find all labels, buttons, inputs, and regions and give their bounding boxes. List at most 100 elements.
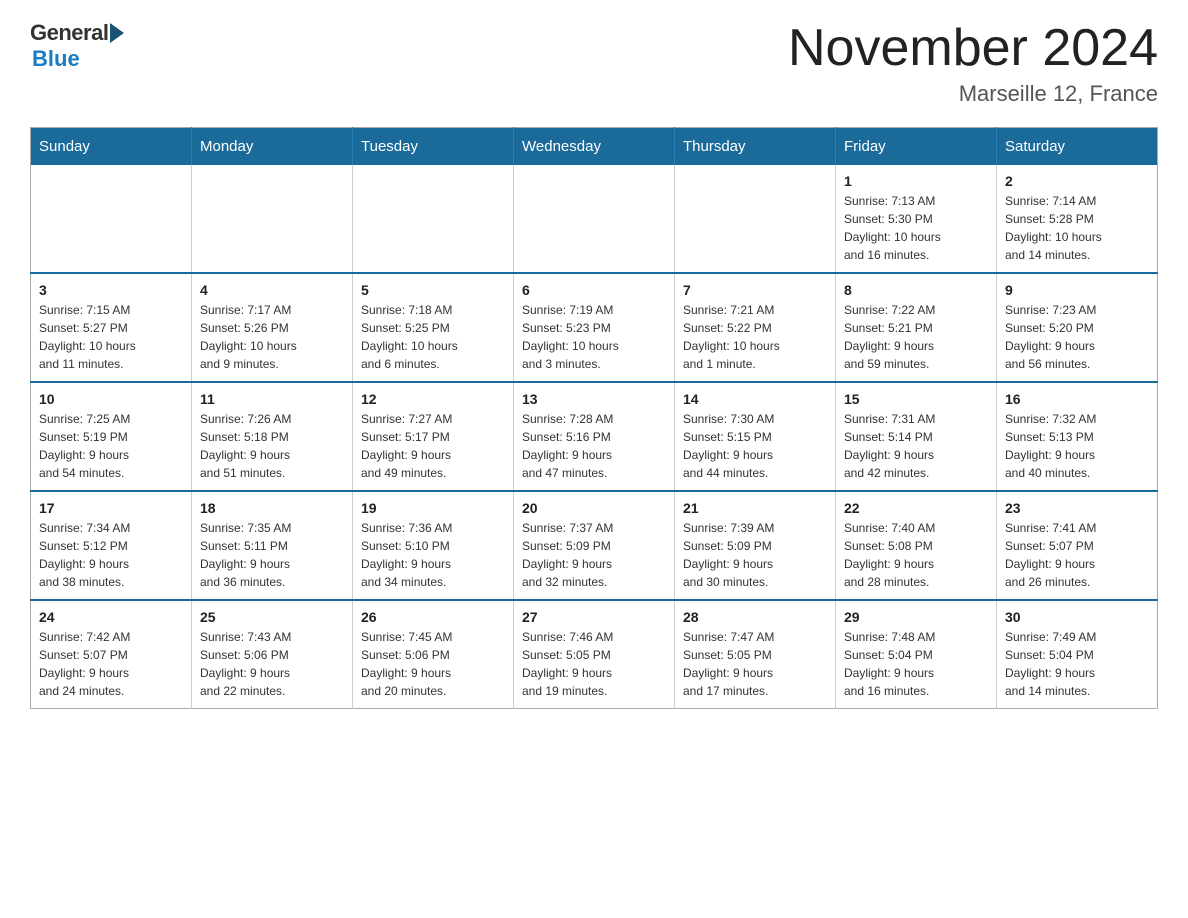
day-number: 10 (39, 391, 183, 407)
calendar-cell: 16 Sunrise: 7:32 AM Sunset: 5:13 PM Dayli… (997, 382, 1158, 491)
day-number: 12 (361, 391, 505, 407)
calendar-cell (31, 165, 192, 273)
day-number: 28 (683, 609, 827, 625)
calendar-cell: 24 Sunrise: 7:42 AM Sunset: 5:07 PM Dayli… (31, 600, 192, 709)
calendar-cell: 25Sunrise: 7:43 AM Sunset: 5:06 PM Dayli… (192, 600, 353, 709)
calendar-cell: 4 Sunrise: 7:17 AM Sunset: 5:26 PM Daylig… (192, 273, 353, 382)
calendar-cell: 22 Sunrise: 7:40 AM Sunset: 5:08 PM Dayli… (836, 491, 997, 600)
day-sun-info: Sunrise: 7:47 AM Sunset: 5:05 PM Dayligh… (683, 630, 774, 698)
day-sun-info: Sunrise: 7:31 AM Sunset: 5:14 PM Dayligh… (844, 412, 935, 480)
day-sun-info: Sunrise: 7:17 AM Sunset: 5:26 PM Dayligh… (200, 303, 297, 371)
day-number: 17 (39, 500, 183, 516)
calendar-cell: 13 Sunrise: 7:28 AM Sunset: 5:16 PM Dayli… (514, 382, 675, 491)
day-number: 16 (1005, 391, 1149, 407)
day-number: 30 (1005, 609, 1149, 625)
day-sun-info: Sunrise: 7:14 AM Sunset: 5:28 PM Dayligh… (1005, 194, 1102, 262)
day-sun-info: Sunrise: 7:41 AM Sunset: 5:07 PM Dayligh… (1005, 521, 1096, 589)
calendar-cell: 20 Sunrise: 7:37 AM Sunset: 5:09 PM Dayli… (514, 491, 675, 600)
page-header: General Blue November 2024 Marseille 12,… (30, 20, 1158, 107)
calendar-cell: 19Sunrise: 7:36 AM Sunset: 5:10 PM Dayli… (353, 491, 514, 600)
title-block: November 2024 Marseille 12, France (788, 20, 1158, 107)
day-number: 3 (39, 282, 183, 298)
calendar-cell: 30 Sunrise: 7:49 AM Sunset: 5:04 PM Dayli… (997, 600, 1158, 709)
calendar-cell: 17 Sunrise: 7:34 AM Sunset: 5:12 PM Dayli… (31, 491, 192, 600)
weekday-header-sunday: Sunday (31, 128, 192, 166)
calendar-cell (675, 165, 836, 273)
calendar-cell: 12 Sunrise: 7:27 AM Sunset: 5:17 PM Dayli… (353, 382, 514, 491)
day-number: 2 (1005, 173, 1149, 189)
location-subtitle: Marseille 12, France (788, 81, 1158, 107)
day-sun-info: Sunrise: 7:40 AM Sunset: 5:08 PM Dayligh… (844, 521, 935, 589)
weekday-header-monday: Monday (192, 128, 353, 166)
calendar-cell: 1 Sunrise: 7:13 AM Sunset: 5:30 PM Daylig… (836, 165, 997, 273)
day-sun-info: Sunrise: 7:46 AM Sunset: 5:05 PM Dayligh… (522, 630, 613, 698)
logo: General Blue (30, 20, 124, 72)
week-row-5: 24 Sunrise: 7:42 AM Sunset: 5:07 PM Dayli… (31, 600, 1158, 709)
day-sun-info: Sunrise: 7:42 AM Sunset: 5:07 PM Dayligh… (39, 630, 130, 698)
day-sun-info: Sunrise: 7:15 AM Sunset: 5:27 PM Dayligh… (39, 303, 136, 371)
day-number: 15 (844, 391, 988, 407)
day-number: 18 (200, 500, 344, 516)
day-sun-info: Sunrise: 7:28 AM Sunset: 5:16 PM Dayligh… (522, 412, 613, 480)
day-sun-info: Sunrise: 7:25 AM Sunset: 5:19 PM Dayligh… (39, 412, 130, 480)
weekday-header-thursday: Thursday (675, 128, 836, 166)
day-number: 13 (522, 391, 666, 407)
day-sun-info: Sunrise: 7:19 AM Sunset: 5:23 PM Dayligh… (522, 303, 619, 371)
week-row-2: 3 Sunrise: 7:15 AM Sunset: 5:27 PM Daylig… (31, 273, 1158, 382)
week-row-1: 1 Sunrise: 7:13 AM Sunset: 5:30 PM Daylig… (31, 165, 1158, 273)
calendar-cell: 5 Sunrise: 7:18 AM Sunset: 5:25 PM Daylig… (353, 273, 514, 382)
calendar-cell (353, 165, 514, 273)
calendar-cell: 7Sunrise: 7:21 AM Sunset: 5:22 PM Daylig… (675, 273, 836, 382)
calendar-table: SundayMondayTuesdayWednesdayThursdayFrid… (30, 127, 1158, 709)
calendar-cell: 29Sunrise: 7:48 AM Sunset: 5:04 PM Dayli… (836, 600, 997, 709)
day-number: 29 (844, 609, 988, 625)
day-number: 27 (522, 609, 666, 625)
day-number: 23 (1005, 500, 1149, 516)
month-title: November 2024 (788, 20, 1158, 77)
weekday-header-wednesday: Wednesday (514, 128, 675, 166)
day-sun-info: Sunrise: 7:49 AM Sunset: 5:04 PM Dayligh… (1005, 630, 1096, 698)
calendar-cell (192, 165, 353, 273)
logo-blue-text: Blue (32, 46, 80, 72)
day-sun-info: Sunrise: 7:23 AM Sunset: 5:20 PM Dayligh… (1005, 303, 1096, 371)
day-number: 22 (844, 500, 988, 516)
day-number: 1 (844, 173, 988, 189)
day-sun-info: Sunrise: 7:36 AM Sunset: 5:10 PM Dayligh… (361, 521, 452, 589)
day-number: 11 (200, 391, 344, 407)
calendar-cell: 15 Sunrise: 7:31 AM Sunset: 5:14 PM Dayli… (836, 382, 997, 491)
calendar-cell: 6 Sunrise: 7:19 AM Sunset: 5:23 PM Daylig… (514, 273, 675, 382)
day-number: 20 (522, 500, 666, 516)
calendar-cell (514, 165, 675, 273)
week-row-3: 10 Sunrise: 7:25 AM Sunset: 5:19 PM Dayli… (31, 382, 1158, 491)
calendar-cell: 9Sunrise: 7:23 AM Sunset: 5:20 PM Daylig… (997, 273, 1158, 382)
day-number: 4 (200, 282, 344, 298)
day-sun-info: Sunrise: 7:26 AM Sunset: 5:18 PM Dayligh… (200, 412, 291, 480)
calendar-cell: 28 Sunrise: 7:47 AM Sunset: 5:05 PM Dayli… (675, 600, 836, 709)
day-sun-info: Sunrise: 7:27 AM Sunset: 5:17 PM Dayligh… (361, 412, 452, 480)
calendar-cell: 26 Sunrise: 7:45 AM Sunset: 5:06 PM Dayli… (353, 600, 514, 709)
day-number: 5 (361, 282, 505, 298)
day-sun-info: Sunrise: 7:45 AM Sunset: 5:06 PM Dayligh… (361, 630, 452, 698)
calendar-cell: 8 Sunrise: 7:22 AM Sunset: 5:21 PM Daylig… (836, 273, 997, 382)
day-sun-info: Sunrise: 7:21 AM Sunset: 5:22 PM Dayligh… (683, 303, 780, 371)
weekday-header-tuesday: Tuesday (353, 128, 514, 166)
day-number: 6 (522, 282, 666, 298)
day-sun-info: Sunrise: 7:32 AM Sunset: 5:13 PM Dayligh… (1005, 412, 1096, 480)
calendar-cell: 10 Sunrise: 7:25 AM Sunset: 5:19 PM Dayli… (31, 382, 192, 491)
weekday-header-saturday: Saturday (997, 128, 1158, 166)
calendar-cell: 18 Sunrise: 7:35 AM Sunset: 5:11 PM Dayli… (192, 491, 353, 600)
day-number: 24 (39, 609, 183, 625)
day-sun-info: Sunrise: 7:35 AM Sunset: 5:11 PM Dayligh… (200, 521, 291, 589)
day-number: 8 (844, 282, 988, 298)
day-sun-info: Sunrise: 7:22 AM Sunset: 5:21 PM Dayligh… (844, 303, 935, 371)
day-sun-info: Sunrise: 7:18 AM Sunset: 5:25 PM Dayligh… (361, 303, 458, 371)
calendar-cell: 14Sunrise: 7:30 AM Sunset: 5:15 PM Dayli… (675, 382, 836, 491)
calendar-cell: 21Sunrise: 7:39 AM Sunset: 5:09 PM Dayli… (675, 491, 836, 600)
calendar-cell: 23 Sunrise: 7:41 AM Sunset: 5:07 PM Dayli… (997, 491, 1158, 600)
day-number: 26 (361, 609, 505, 625)
day-sun-info: Sunrise: 7:39 AM Sunset: 5:09 PM Dayligh… (683, 521, 774, 589)
day-sun-info: Sunrise: 7:34 AM Sunset: 5:12 PM Dayligh… (39, 521, 130, 589)
day-sun-info: Sunrise: 7:30 AM Sunset: 5:15 PM Dayligh… (683, 412, 774, 480)
day-sun-info: Sunrise: 7:37 AM Sunset: 5:09 PM Dayligh… (522, 521, 613, 589)
day-sun-info: Sunrise: 7:13 AM Sunset: 5:30 PM Dayligh… (844, 194, 941, 262)
